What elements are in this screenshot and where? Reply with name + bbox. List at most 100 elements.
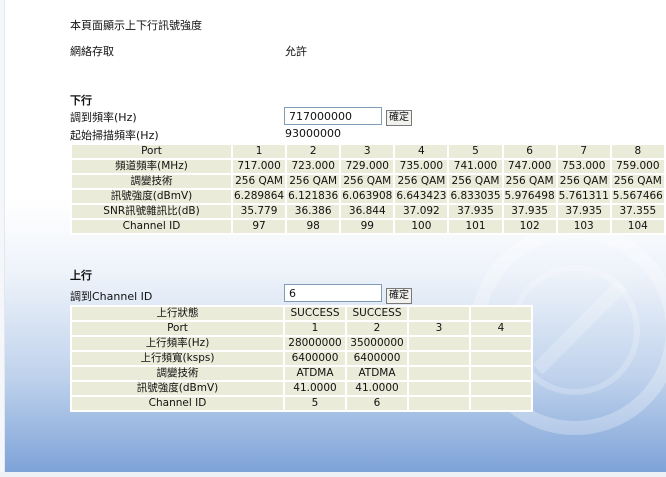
downstream-table-cell: 5.567466: [611, 190, 664, 203]
downstream-confirm-button[interactable]: 確定: [386, 110, 412, 126]
upstream-table-cell: [409, 397, 469, 410]
upstream-table-cell: 28000000: [285, 337, 345, 350]
upstream-table-cell: 6400000: [285, 352, 345, 365]
downstream-table-row: SNR訊號雜訊比(dB) 35.779 36.386 36.844 37.092 37.9…: [72, 205, 664, 218]
upstream-table-cell: 5: [285, 397, 345, 410]
upstream-table-cell: 2: [347, 322, 407, 335]
upstream-table-cell: 1: [285, 322, 345, 335]
downstream-table-cell: 717.000: [233, 160, 286, 173]
upstream-table-row: 上行狀態 SUCCESS SUCCESS: [72, 307, 531, 320]
upstream-table-cell: 3: [409, 322, 469, 335]
downstream-table-cell: 5.976498: [503, 190, 556, 203]
upstream-table-cell: [471, 307, 531, 320]
upstream-table-cell: 35000000: [347, 337, 407, 350]
downstream-table-cell: 37.092: [395, 205, 448, 218]
upstream-table-row-label: Port: [72, 322, 283, 335]
downstream-table-cell: 2: [287, 145, 340, 158]
downstream-table-cell: 3: [341, 145, 394, 158]
downstream-table-cell: 256 QAM: [557, 175, 610, 188]
downstream-table-row-label: 訊號強度(dBmV): [72, 190, 231, 203]
downstream-table-row-label: Port: [72, 145, 231, 158]
upstream-table-row: 上行頻率(Hz) 28000000 35000000: [72, 337, 531, 350]
downstream-table-cell: 7: [557, 145, 610, 158]
downstream-table-row-label: SNR訊號雜訊比(dB): [72, 205, 231, 218]
upstream-section-title: 上行: [70, 269, 92, 282]
downstream-tune-frequency-label: 調到頻率(Hz): [70, 111, 137, 124]
upstream-table-cell: [409, 307, 469, 320]
downstream-table-row: Channel ID 97 98 99 100 101 102 103 104: [72, 220, 664, 233]
downstream-table-cell: 1: [233, 145, 286, 158]
downstream-table-cell: 759.000: [611, 160, 664, 173]
upstream-table-row-label: 上行狀態: [72, 307, 283, 320]
downstream-table-cell: 723.000: [287, 160, 340, 173]
upstream-table-row: 訊號強度(dBmV) 41.0000 41.0000: [72, 382, 531, 395]
downstream-table-cell: 100: [395, 220, 448, 233]
upstream-table-cell: [409, 367, 469, 380]
upstream-table-cell: [409, 382, 469, 395]
upstream-table-cell: 41.0000: [347, 382, 407, 395]
downstream-table-cell: 104: [611, 220, 664, 233]
network-access-value: 允許: [285, 45, 307, 58]
upstream-table-row-label: 訊號強度(dBmV): [72, 382, 283, 395]
downstream-table-cell: 103: [557, 220, 610, 233]
upstream-table-cell: [471, 397, 531, 410]
network-access-label: 網絡存取: [70, 45, 114, 58]
downstream-table-cell: 101: [449, 220, 502, 233]
downstream-table-cell: 4: [395, 145, 448, 158]
downstream-table-cell: 741.000: [449, 160, 502, 173]
upstream-table-cell: [471, 382, 531, 395]
upstream-table-cell: [471, 367, 531, 380]
downstream-table-cell: 6.121836: [287, 190, 340, 203]
upstream-table-cell: ATDMA: [285, 367, 345, 380]
upstream-table-cell: [409, 352, 469, 365]
downstream-table-row: 頻道頻率(MHz) 717.000 723.000 729.000 735.000 741…: [72, 160, 664, 173]
upstream-table-cell: SUCCESS: [347, 307, 407, 320]
downstream-table-cell: 729.000: [341, 160, 394, 173]
downstream-table: Port 1 2 3 4 5 6 7 8 頻道頻率(MHz) 717.000 723.000 729.0…: [70, 143, 666, 235]
upstream-table-cell: SUCCESS: [285, 307, 345, 320]
downstream-table-cell: 256 QAM: [611, 175, 664, 188]
downstream-table-cell: 6.063908: [341, 190, 394, 203]
downstream-table-cell: 256 QAM: [503, 175, 556, 188]
downstream-table-row-label: 頻道頻率(MHz): [72, 160, 231, 173]
upstream-table-row-label: Channel ID: [72, 397, 283, 410]
upstream-channel-input[interactable]: [284, 284, 382, 302]
downstream-table-row-label: Channel ID: [72, 220, 231, 233]
upstream-table: 上行狀態 SUCCESS SUCCESS Port 1 2 3 4 上行頻率(Hz) 280000…: [70, 305, 533, 412]
downstream-table-cell: 6.643423: [395, 190, 448, 203]
downstream-table-cell: 256 QAM: [287, 175, 340, 188]
downstream-table-cell: 37.355: [611, 205, 664, 218]
upstream-table-cell: [409, 337, 469, 350]
upstream-table-row-label: 上行頻率(Hz): [72, 337, 283, 350]
downstream-table-cell: 36.386: [287, 205, 340, 218]
downstream-table-cell: 735.000: [395, 160, 448, 173]
downstream-table-cell: 8: [611, 145, 664, 158]
downstream-table-row: Port 1 2 3 4 5 6 7 8: [72, 145, 664, 158]
downstream-table-cell: 36.844: [341, 205, 394, 218]
upstream-table-cell: 6: [347, 397, 407, 410]
downstream-table-cell: 98: [287, 220, 340, 233]
downstream-table-row: 調變技術 256 QAM 256 QAM 256 QAM 256 QAM 256 QAM 2…: [72, 175, 664, 188]
downstream-table-cell: 256 QAM: [395, 175, 448, 188]
page-description: 本頁面顯示上下行訊號強度: [70, 19, 202, 32]
downstream-table-cell: 5.761311: [557, 190, 610, 203]
downstream-table-cell: 97: [233, 220, 286, 233]
upstream-confirm-button[interactable]: 確定: [386, 288, 412, 304]
downstream-table-cell: 256 QAM: [341, 175, 394, 188]
downstream-table-cell: 747.000: [503, 160, 556, 173]
downstream-section-title: 下行: [70, 94, 92, 107]
upstream-table-cell: [471, 352, 531, 365]
downstream-table-cell: 6: [503, 145, 556, 158]
start-scan-frequency-value: 93000000: [285, 127, 341, 140]
upstream-table-row-label: 上行頻寬(ksps): [72, 352, 283, 365]
downstream-table-cell: 37.935: [557, 205, 610, 218]
upstream-table-cell: 4: [471, 322, 531, 335]
upstream-table-row: 調變技術 ATDMA ATDMA: [72, 367, 531, 380]
downstream-frequency-input[interactable]: [284, 107, 382, 125]
downstream-table-row: 訊號強度(dBmV) 6.289864 6.121836 6.063908 6.6434…: [72, 190, 664, 203]
upstream-table-cell: ATDMA: [347, 367, 407, 380]
downstream-table-cell: 37.935: [449, 205, 502, 218]
upstream-table-row: 上行頻寬(ksps) 6400000 6400000: [72, 352, 531, 365]
downstream-table-cell: 99: [341, 220, 394, 233]
upstream-channel-label: 調到Channel ID: [70, 290, 153, 303]
